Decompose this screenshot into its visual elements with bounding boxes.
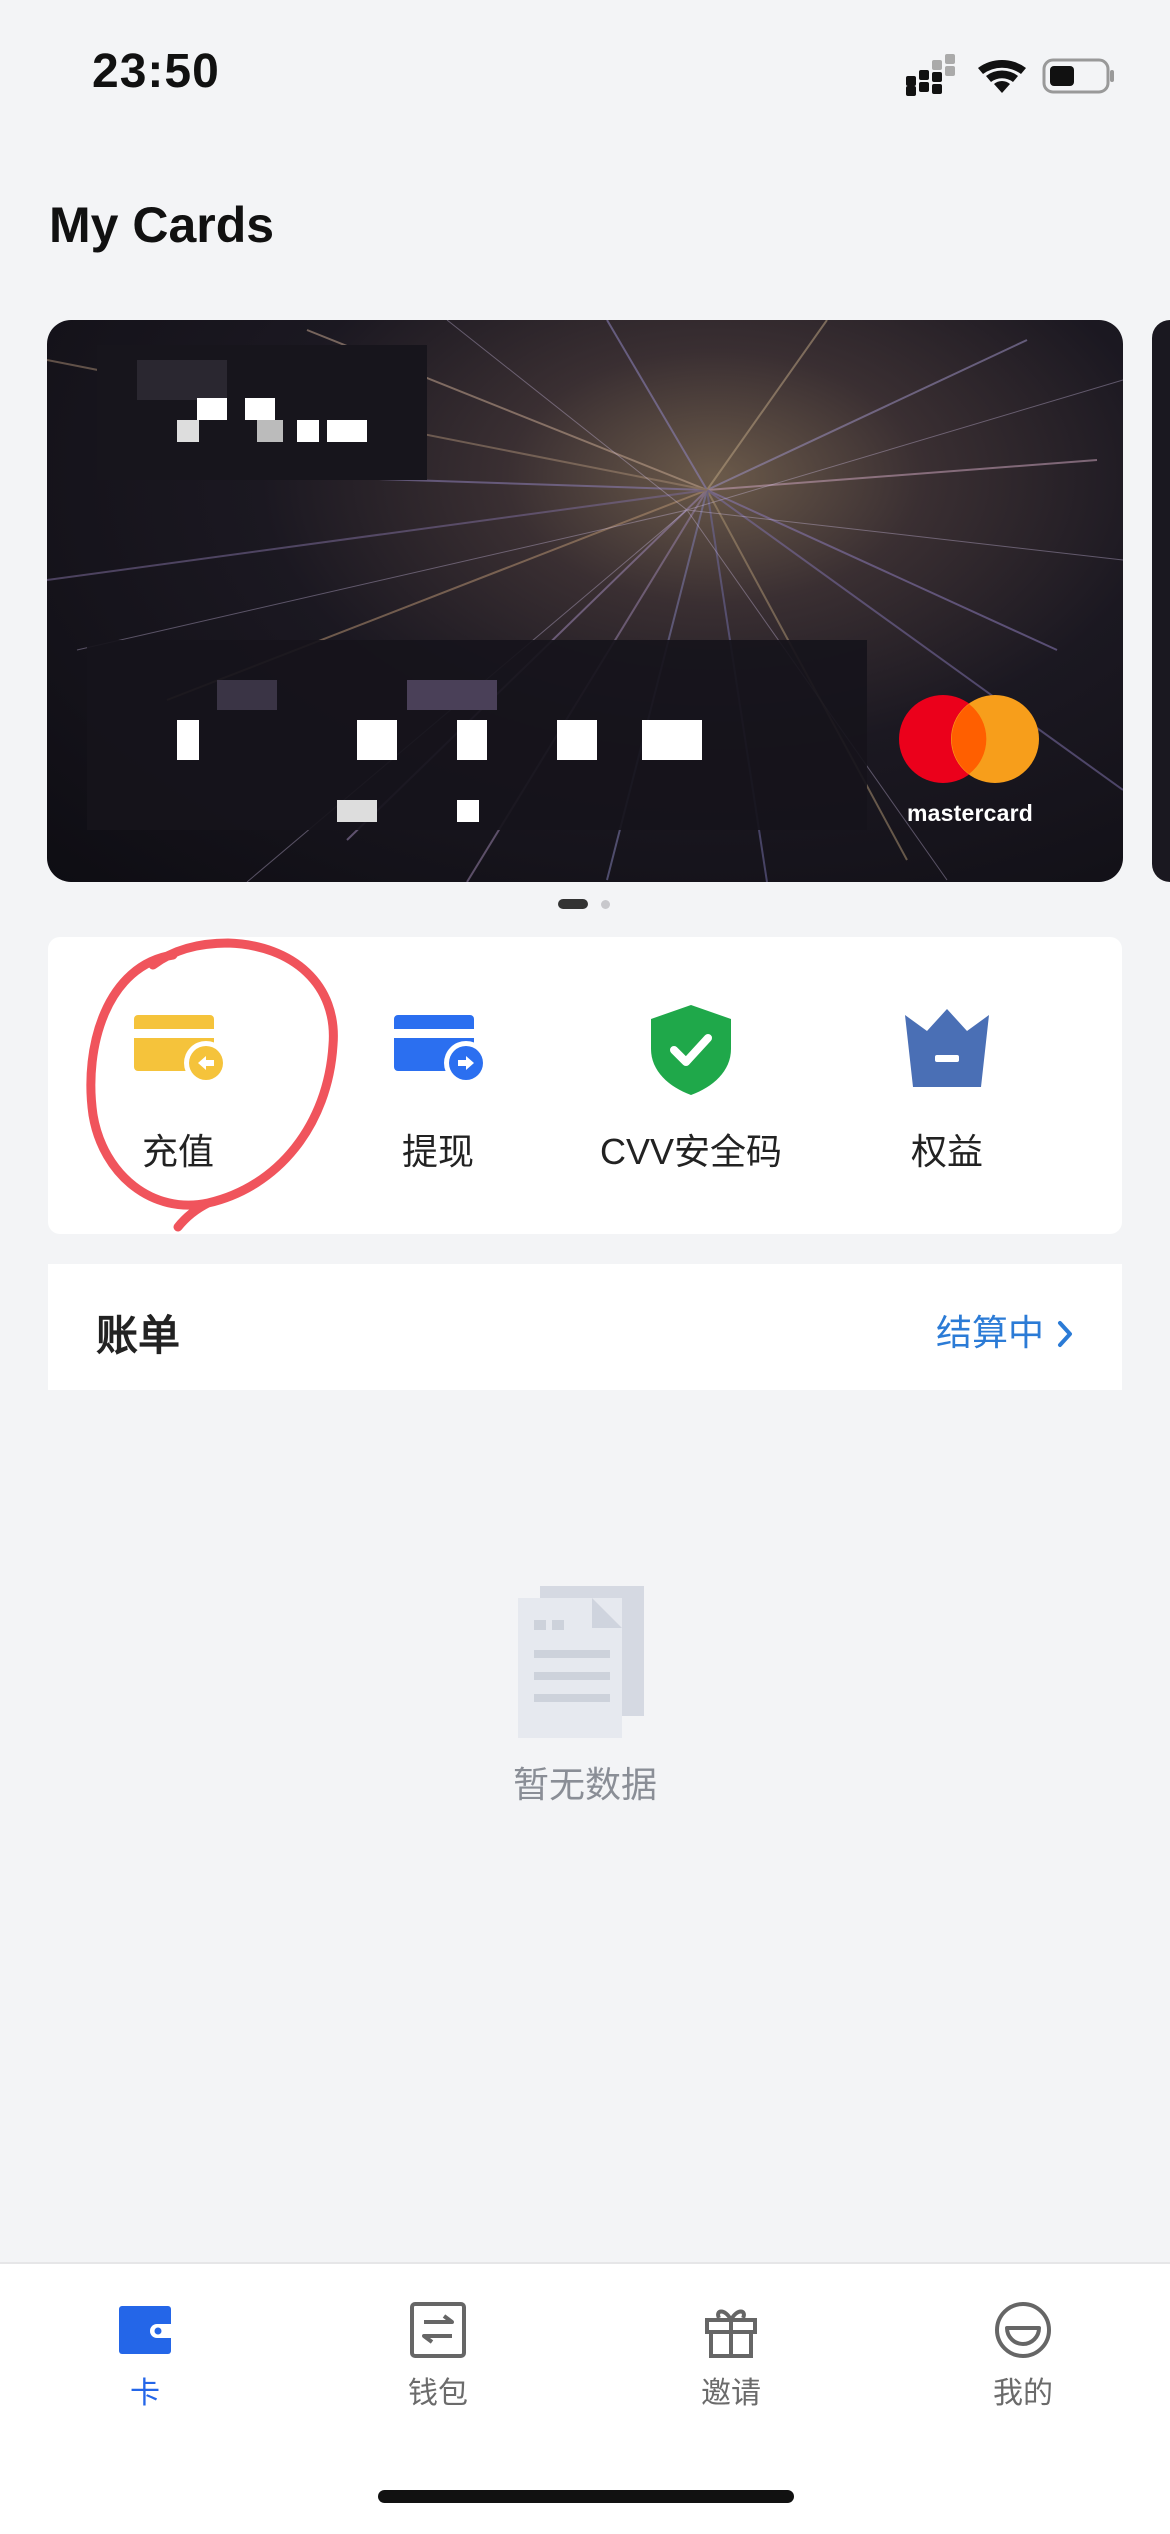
withdraw-label: 提现 bbox=[401, 1131, 474, 1172]
card-withdraw-icon bbox=[394, 1015, 488, 1085]
tab-profile[interactable]: 我的 bbox=[933, 2298, 1113, 2412]
benefits-button[interactable]: 权益 bbox=[822, 937, 1072, 1234]
mastercard-logo-icon bbox=[899, 695, 1039, 783]
next-card-preview[interactable] bbox=[1152, 320, 1170, 882]
bank-card[interactable]: mastercard bbox=[47, 320, 1123, 882]
withdraw-button[interactable]: 提现 bbox=[313, 937, 563, 1234]
home-indicator[interactable] bbox=[378, 2490, 794, 2503]
pager-dot-active bbox=[558, 899, 588, 909]
card-icon bbox=[119, 2306, 171, 2354]
page-title: My Cards bbox=[49, 197, 275, 253]
tab-invite[interactable]: 邀请 bbox=[641, 2298, 821, 2412]
cvv-button[interactable]: CVV安全码 bbox=[566, 937, 816, 1234]
tab-invite-label: 邀请 bbox=[701, 2377, 761, 2410]
status-time: 23:50 bbox=[92, 45, 220, 98]
cellular-signal-icon bbox=[906, 54, 955, 96]
benefits-label: 权益 bbox=[910, 1131, 983, 1172]
card-brand-label: mastercard bbox=[906, 800, 1033, 826]
wifi-icon bbox=[978, 60, 1026, 93]
bill-status-label: 结算中 bbox=[935, 1312, 1044, 1353]
bill-status-link[interactable]: 结算中 bbox=[936, 1304, 1076, 1356]
annotation-circle bbox=[86, 938, 338, 1232]
pager-dot bbox=[601, 900, 610, 909]
gift-icon bbox=[705, 2309, 757, 2358]
card-pager bbox=[558, 899, 618, 911]
empty-state-text: 暂无数据 bbox=[512, 1764, 657, 1805]
cvv-label: CVV安全码 bbox=[599, 1131, 783, 1172]
tab-profile-label: 我的 bbox=[993, 2377, 1053, 2410]
crown-icon bbox=[905, 1009, 989, 1087]
chevron-right-icon bbox=[1058, 1321, 1072, 1347]
battery-icon bbox=[1042, 58, 1114, 94]
tab-card[interactable]: 卡 bbox=[55, 2298, 235, 2412]
profile-icon bbox=[995, 2302, 1051, 2358]
tab-wallet[interactable]: 钱包 bbox=[348, 2298, 528, 2412]
bill-title: 账单 bbox=[96, 1312, 181, 1359]
status-icons bbox=[906, 54, 1114, 96]
wallet-icon bbox=[410, 2302, 466, 2358]
shield-check-icon bbox=[651, 1005, 731, 1095]
tab-card-label: 卡 bbox=[130, 2377, 160, 2410]
tab-wallet-label: 钱包 bbox=[408, 2377, 468, 2410]
empty-document-icon bbox=[518, 1586, 644, 1738]
bill-row[interactable]: 账单 结算中 bbox=[48, 1264, 1122, 1390]
